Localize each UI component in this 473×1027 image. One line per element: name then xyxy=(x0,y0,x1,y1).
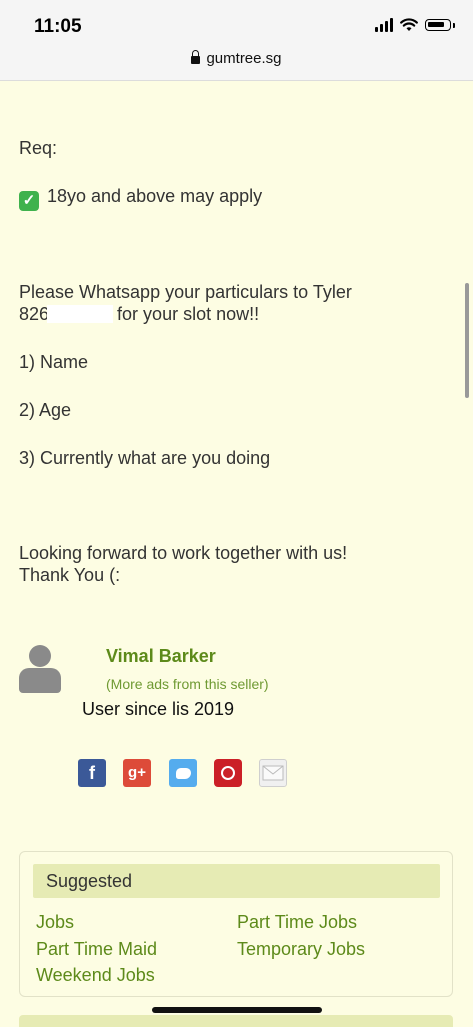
home-indicator[interactable] xyxy=(152,1007,322,1013)
next-section-header xyxy=(19,1015,453,1027)
facebook-icon[interactable]: f xyxy=(78,759,106,787)
req-label: Req: xyxy=(19,138,58,158)
whatsapp-line-1: Please Whatsapp your particulars to Tyle… xyxy=(19,282,352,302)
req-item: ✓ 18yo and above may apply xyxy=(19,185,262,211)
redacted-phone xyxy=(47,305,114,323)
phone-prefix: 826 xyxy=(19,304,50,324)
whatsapp-line-2: 826 for your slot now!! xyxy=(19,303,259,325)
cellular-signal-icon xyxy=(375,18,393,32)
suggested-link-part-time-maid[interactable]: Part Time Maid xyxy=(36,939,157,960)
wifi-icon xyxy=(400,18,418,31)
closing-line-1: Looking forward to work together with us… xyxy=(19,543,348,563)
status-time: 11:05 xyxy=(34,16,82,37)
user-since: User since lis 2019 xyxy=(82,699,235,719)
item-age: 2) Age xyxy=(19,400,72,420)
suggested-link-jobs[interactable]: Jobs xyxy=(36,912,74,933)
closing-line-2: Thank You (: xyxy=(19,565,121,585)
google-plus-icon[interactable]: g+ xyxy=(123,759,151,787)
pinterest-icon[interactable] xyxy=(214,759,242,787)
item-doing: 3) Currently what are you doing xyxy=(19,448,271,468)
twitter-icon[interactable] xyxy=(169,759,197,787)
suggested-link-part-time-jobs[interactable]: Part Time Jobs xyxy=(237,912,357,933)
battery-icon xyxy=(425,19,451,31)
scrollbar[interactable] xyxy=(465,283,469,398)
lock-icon xyxy=(191,50,201,64)
suggested-link-weekend-jobs[interactable]: Weekend Jobs xyxy=(36,965,155,986)
check-icon: ✓ xyxy=(19,191,39,211)
browser-status-bar: 11:05 gumtree.sg xyxy=(0,0,473,81)
seller-name[interactable]: Vimal Barker xyxy=(106,646,216,667)
suggested-title: Suggested xyxy=(33,864,440,898)
more-ads-link[interactable]: (More ads from this seller) xyxy=(106,676,269,692)
mail-icon[interactable] xyxy=(259,759,287,787)
suggested-link-temporary-jobs[interactable]: Temporary Jobs xyxy=(237,939,365,960)
avatar-icon xyxy=(19,645,61,693)
url-bar[interactable]: gumtree.sg xyxy=(0,50,473,67)
url-text: gumtree.sg xyxy=(206,50,282,67)
suggested-panel: Suggested Jobs Part Time Jobs Part Time … xyxy=(19,851,453,997)
status-icons xyxy=(375,18,455,32)
item-name: 1) Name xyxy=(19,352,89,372)
whatsapp-line-2-suffix: for your slot now!! xyxy=(117,304,260,324)
